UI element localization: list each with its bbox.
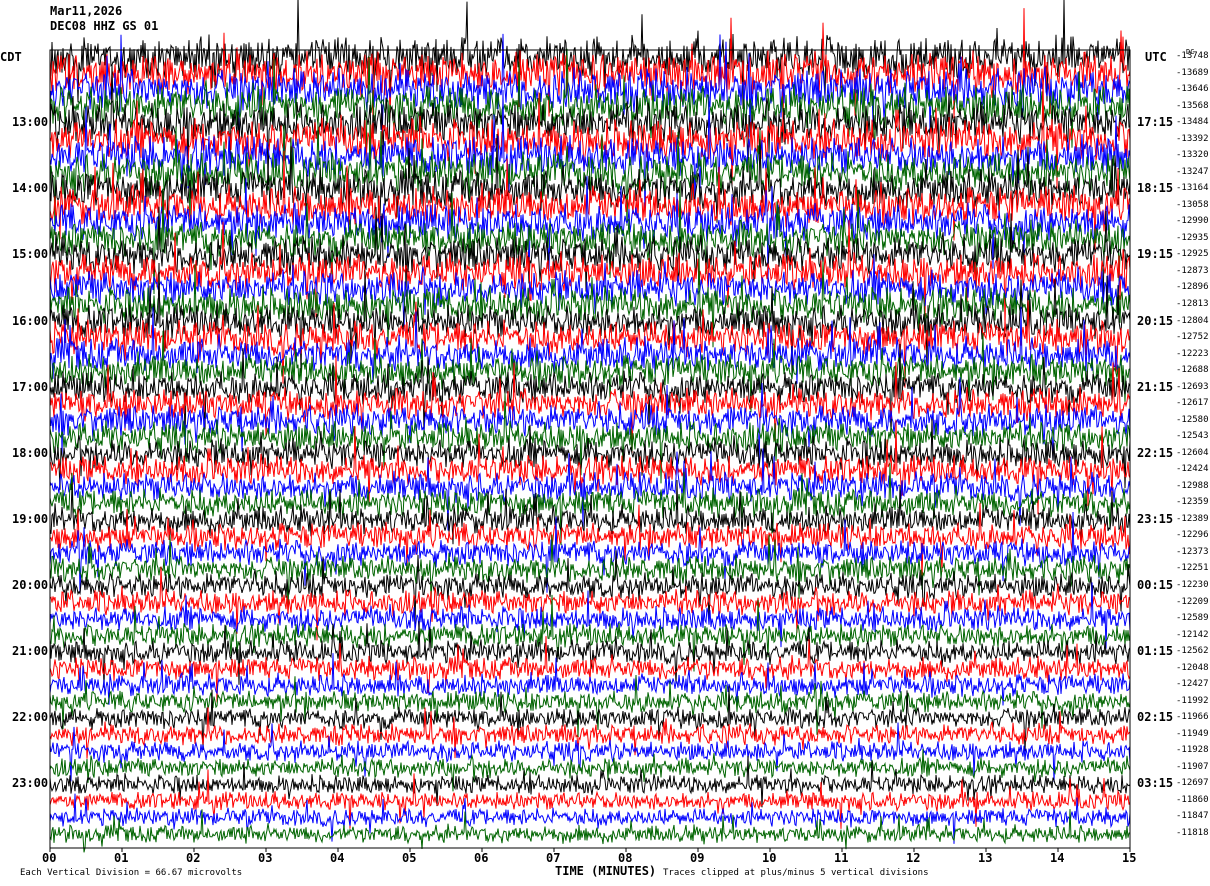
left-time-label: 15:00: [12, 247, 49, 262]
dc-offset-label: -11949: [1176, 728, 1209, 739]
right-time-label: 22:15: [1137, 445, 1174, 460]
dc-offset-label: -12804: [1176, 315, 1209, 326]
station-label: DEC08 HHZ GS 01: [50, 19, 159, 33]
dc-offset-label: -12693: [1176, 381, 1209, 392]
right-time-label: 00:15: [1137, 578, 1174, 593]
dc-offset-label: -13320: [1176, 150, 1209, 161]
right-time-label: 23:15: [1137, 511, 1174, 526]
dc-offset-label: -12752: [1176, 332, 1209, 343]
x-tick-label: 00: [42, 851, 57, 865]
right-axis-title: UTC: [1145, 50, 1167, 64]
clip-note: Traces clipped at plus/minus 5 vertical …: [663, 868, 929, 878]
x-tick-label: 13: [978, 851, 993, 865]
dc-offset-label: -12427: [1176, 679, 1209, 690]
dc-offset-label: -11818: [1176, 828, 1209, 838]
x-tick-label: 07: [546, 851, 561, 865]
right-time-label: 18:15: [1137, 181, 1174, 196]
right-time-label: 17:15: [1137, 115, 1174, 130]
dc-offset-label: -12296: [1176, 530, 1209, 541]
x-tick-label: 09: [690, 851, 705, 865]
x-tick-label: 11: [834, 851, 849, 865]
dc-offset-label: -12813: [1176, 298, 1209, 309]
left-time-label: 23:00: [12, 776, 49, 791]
right-time-label: 19:15: [1137, 247, 1174, 262]
dc-offset-label: -13484: [1176, 117, 1209, 128]
dc-offset-label: -12373: [1176, 546, 1209, 557]
dc-offset-label: -12604: [1176, 447, 1209, 458]
left-time-label: 16:00: [12, 313, 49, 328]
left-time-label: 20:00: [12, 578, 49, 593]
right-time-label: 03:15: [1137, 776, 1174, 791]
dc-offset-label: -12209: [1176, 596, 1209, 607]
dc-offset-label: -11928: [1176, 745, 1209, 756]
dc-offset-label: -11992: [1176, 695, 1209, 706]
dc-offset-label: -11860: [1176, 794, 1209, 805]
x-tick-label: 04: [330, 851, 345, 865]
dc-offset-label: -12230: [1176, 580, 1209, 591]
dc-offset-label: -13392: [1176, 133, 1209, 144]
x-tick-label: 05: [402, 851, 417, 865]
x-tick-label: 08: [618, 851, 633, 865]
dc-offset-label: -12048: [1176, 662, 1209, 673]
dc-offset-label: -13568: [1176, 100, 1209, 111]
left-time-label: 18:00: [12, 445, 49, 460]
scale-note: Each Vertical Division = 66.67 microvolt…: [20, 868, 243, 878]
dc-offset-label: -12617: [1176, 398, 1209, 409]
dc-offset-label: -12925: [1176, 249, 1209, 260]
dc-offset-label: -11907: [1176, 761, 1209, 772]
dc-offset-label: -12580: [1176, 414, 1209, 425]
x-tick-label: 06: [474, 851, 489, 865]
left-time-label: 19:00: [12, 511, 49, 526]
dc-offset-label: -12142: [1176, 629, 1209, 640]
dc-offset-label: -12359: [1176, 497, 1209, 508]
right-time-label: 02:15: [1137, 710, 1174, 725]
dc-offset-label: -12896: [1176, 282, 1209, 293]
trace-row: [49, 755, 1131, 808]
right-time-label: 01:15: [1137, 644, 1174, 659]
left-time-label: 21:00: [12, 644, 49, 659]
dc-offset-label: -12589: [1176, 613, 1209, 624]
dc-offset-label: -12873: [1176, 265, 1209, 276]
dc-offset-label: -12990: [1176, 216, 1209, 227]
dc-offset-label: -13646: [1176, 84, 1209, 95]
dc-offset-label: -12424: [1176, 464, 1209, 475]
x-tick-label: 01: [114, 851, 129, 865]
dc-offset-label: -12543: [1176, 431, 1209, 442]
dc-offset-label: -13247: [1176, 166, 1209, 177]
dc-offset-label: -12251: [1176, 563, 1209, 574]
x-tick-label: 12: [906, 851, 921, 865]
dc-offset-label: -11966: [1176, 712, 1209, 723]
dc-offset-label: -13164: [1176, 183, 1209, 194]
date-label: Mar11,2026: [50, 4, 123, 18]
right-time-label: 21:15: [1137, 379, 1174, 394]
dc-offset-label: -12562: [1176, 646, 1209, 657]
left-time-label: 14:00: [12, 181, 49, 196]
dc-offset-label: -11847: [1176, 811, 1209, 822]
seismogram-canvas: [49, 0, 1131, 853]
dc-offset-label: -12697: [1176, 778, 1209, 789]
dc-offset-label: -12223: [1176, 348, 1209, 359]
left-time-label: 13:00: [12, 115, 49, 130]
x-tick-label: 03: [258, 851, 273, 865]
trace-row: [49, 809, 1131, 853]
x-tick-label: 14: [1050, 851, 1065, 865]
right-time-label: 20:15: [1137, 313, 1174, 328]
helicorder-plot: Mar11,2026 DEC08 HHZ GS 01 CDT UTC DC Ea…: [0, 0, 1210, 886]
dc-offset-label: -13748: [1176, 51, 1209, 61]
left-time-label: 22:00: [12, 710, 49, 725]
x-tick-label: 10: [762, 851, 777, 865]
trace-row: [49, 448, 1131, 531]
dc-offset-label: -12988: [1176, 480, 1209, 491]
dc-offset-label: -13058: [1176, 199, 1209, 210]
dc-offset-label: -12389: [1176, 513, 1209, 524]
dc-offset-label: -13689: [1176, 67, 1209, 78]
x-tick-label: 15: [1122, 851, 1137, 865]
dc-offset-label: -12688: [1176, 365, 1209, 376]
dc-offset-label: -12935: [1176, 232, 1209, 243]
left-axis-title: CDT: [0, 50, 22, 64]
left-time-label: 17:00: [12, 379, 49, 394]
x-axis-title: TIME (MINUTES): [555, 864, 657, 878]
x-tick-label: 02: [186, 851, 201, 865]
